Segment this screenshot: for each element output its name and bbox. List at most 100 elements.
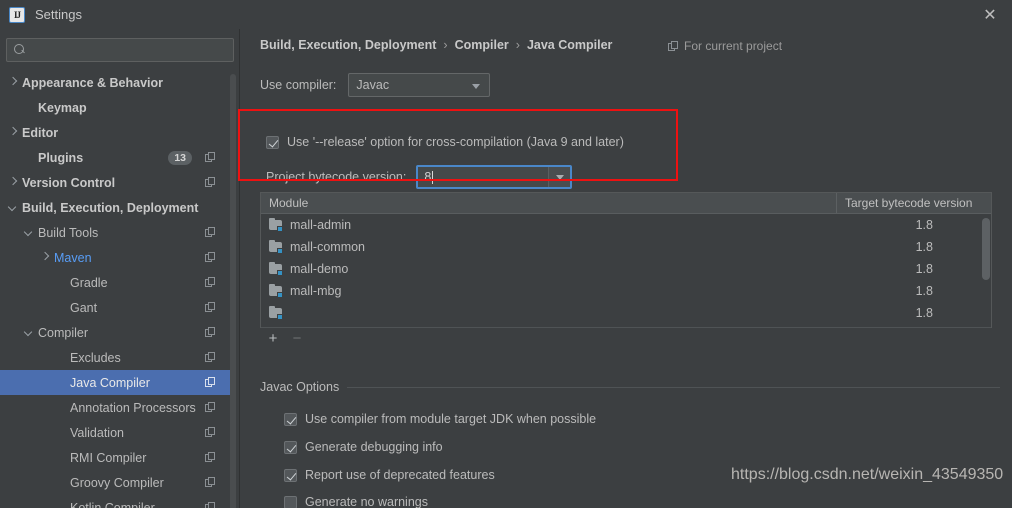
project-bytecode-label: Project bytecode version: xyxy=(266,170,407,184)
sidebar-item-validation[interactable]: Validation xyxy=(0,420,232,445)
table-scrollbar[interactable] xyxy=(982,218,990,280)
project-scope-icon xyxy=(205,502,216,508)
sidebar-item-label: Gradle xyxy=(70,275,108,290)
sidebar-item-kotlin-compiler[interactable]: Kotlin Compiler xyxy=(0,495,232,508)
sidebar-item-compiler[interactable]: Compiler xyxy=(0,320,232,345)
add-module-button[interactable]: + xyxy=(261,328,285,348)
table-row[interactable]: mall-demo 1.8 xyxy=(261,258,991,280)
chevron-right-icon[interactable] xyxy=(8,77,19,88)
settings-sidebar: Appearance & Behavior Keymap Editor Plugins… xyxy=(0,29,240,508)
table-cell-module: mall-admin xyxy=(261,218,837,232)
project-scope-icon xyxy=(205,352,216,363)
project-scope-icon xyxy=(205,152,216,163)
release-option-checkbox[interactable] xyxy=(266,135,279,149)
chevron-down-icon xyxy=(472,84,481,89)
plugins-count-badge: 13 xyxy=(168,150,192,165)
sidebar-item-label: Build Tools xyxy=(38,225,99,240)
column-header-target-bytecode-version[interactable]: Target bytecode version xyxy=(837,193,991,213)
search-input[interactable] xyxy=(31,42,233,58)
table-cell-module: mall-demo xyxy=(261,262,837,276)
breadcrumb-separator-icon: › xyxy=(443,38,448,52)
sidebar-item-rmi-compiler[interactable]: RMI Compiler xyxy=(0,445,232,470)
sidebar-item-gradle[interactable]: Gradle xyxy=(0,270,232,295)
sidebar-item-version-control[interactable]: Version Control xyxy=(0,170,232,195)
sidebar-item-label: Excludes xyxy=(70,350,121,365)
breadcrumb-item-1[interactable]: Compiler xyxy=(455,38,509,52)
checkbox-generate-debugging-info[interactable] xyxy=(284,440,297,454)
javac-option-row: Generate no warnings xyxy=(284,495,428,508)
sidebar-item-build-tools[interactable]: Build Tools xyxy=(0,220,232,245)
search-box[interactable] xyxy=(6,38,234,62)
sidebar-item-keymap[interactable]: Keymap xyxy=(0,95,232,120)
checkbox-generate-no-warnings[interactable] xyxy=(284,495,297,508)
close-icon[interactable]: ✕ xyxy=(976,6,1004,26)
table-cell-target-bytecode-version[interactable]: 1.8 xyxy=(837,306,991,320)
sidebar-item-groovy-compiler[interactable]: Groovy Compiler xyxy=(0,470,232,495)
sidebar-item-label: Annotation Processors xyxy=(70,400,196,415)
sidebar-item-gant[interactable]: Gant xyxy=(0,295,232,320)
project-bytecode-dropdown-button[interactable] xyxy=(548,167,571,187)
chevron-down-icon[interactable] xyxy=(24,327,35,338)
window-title: Settings xyxy=(35,7,82,22)
table-row[interactable]: mall-common 1.8 xyxy=(261,236,991,258)
breadcrumb-item-0[interactable]: Build, Execution, Deployment xyxy=(260,38,436,52)
checkbox-label: Generate no warnings xyxy=(305,495,428,508)
chevron-right-icon[interactable] xyxy=(8,177,19,188)
use-compiler-dropdown[interactable]: Javac xyxy=(348,73,491,97)
for-current-project-text: For current project xyxy=(684,39,783,53)
chevron-down-icon[interactable] xyxy=(24,227,35,238)
sidebar-item-label: Plugins xyxy=(38,150,84,165)
breadcrumb: Build, Execution, Deployment › Compiler … xyxy=(260,38,612,52)
table-cell-target-bytecode-version[interactable]: 1.8 xyxy=(837,284,991,298)
project-scope-icon xyxy=(205,327,216,338)
sidebar-item-label: Keymap xyxy=(38,100,87,115)
module-folder-icon xyxy=(269,306,283,320)
table-cell-target-bytecode-version[interactable]: 1.8 xyxy=(837,262,991,276)
sidebar-item-label: Validation xyxy=(70,425,124,440)
column-header-module[interactable]: Module xyxy=(261,193,837,213)
chevron-right-icon[interactable] xyxy=(40,252,51,263)
sidebar-item-label: Build, Execution, Deployment xyxy=(22,200,199,215)
project-bytecode-value: 8 xyxy=(424,170,432,184)
sidebar-item-editor[interactable]: Editor xyxy=(0,120,232,145)
checkbox-report-use-of-deprecated-features[interactable] xyxy=(284,468,297,482)
sidebar-item-annotation-processors[interactable]: Annotation Processors xyxy=(0,395,232,420)
sidebar-item-label: Kotlin Compiler xyxy=(70,500,155,508)
project-scope-icon xyxy=(205,252,216,263)
project-bytecode-combobox[interactable]: 8 xyxy=(416,165,573,189)
sidebar-scrollbar[interactable] xyxy=(230,74,236,508)
module-name: mall-admin xyxy=(290,218,352,232)
table-cell-target-bytecode-version[interactable]: 1.8 xyxy=(837,240,991,254)
sidebar-item-java-compiler[interactable]: Java Compiler xyxy=(0,370,232,395)
chevron-down-icon[interactable] xyxy=(8,202,19,213)
table-header: Module Target bytecode version xyxy=(261,193,991,214)
checkbox-use-compiler-from-module-target-jdk-when-possible[interactable] xyxy=(284,412,297,426)
chevron-right-icon[interactable] xyxy=(8,127,19,138)
sidebar-item-appearance-behavior[interactable]: Appearance & Behavior xyxy=(0,70,232,95)
project-scope-icon xyxy=(205,377,216,388)
breadcrumb-separator-icon: › xyxy=(515,38,520,52)
table-row[interactable]: mall-admin 1.8 xyxy=(261,214,991,236)
javac-options-title-row: Javac Options xyxy=(260,380,1000,394)
table-body: mall-admin 1.8 mall-common 1.8 mall-demo 1.8 m… xyxy=(261,214,991,327)
module-folder-icon xyxy=(269,284,283,298)
javac-options-section: Javac Options xyxy=(260,380,1000,394)
sidebar-item-build-execution-deployment[interactable]: Build, Execution, Deployment xyxy=(0,195,232,220)
project-scope-icon xyxy=(205,427,216,438)
sidebar-item-excludes[interactable]: Excludes xyxy=(0,345,232,370)
remove-module-button[interactable]: − xyxy=(285,328,309,348)
sidebar-item-maven[interactable]: Maven xyxy=(0,245,232,270)
project-scope-icon xyxy=(205,477,216,488)
sidebar-item-plugins[interactable]: Plugins 13 xyxy=(0,145,232,170)
table-row[interactable]: mall-mbg 1.8 xyxy=(261,280,991,302)
sidebar-item-label: Compiler xyxy=(38,325,89,340)
table-row-partial[interactable]: 1.8 xyxy=(261,302,991,324)
project-scope-icon xyxy=(205,177,216,188)
table-cell-target-bytecode-version[interactable]: 1.8 xyxy=(837,218,991,232)
